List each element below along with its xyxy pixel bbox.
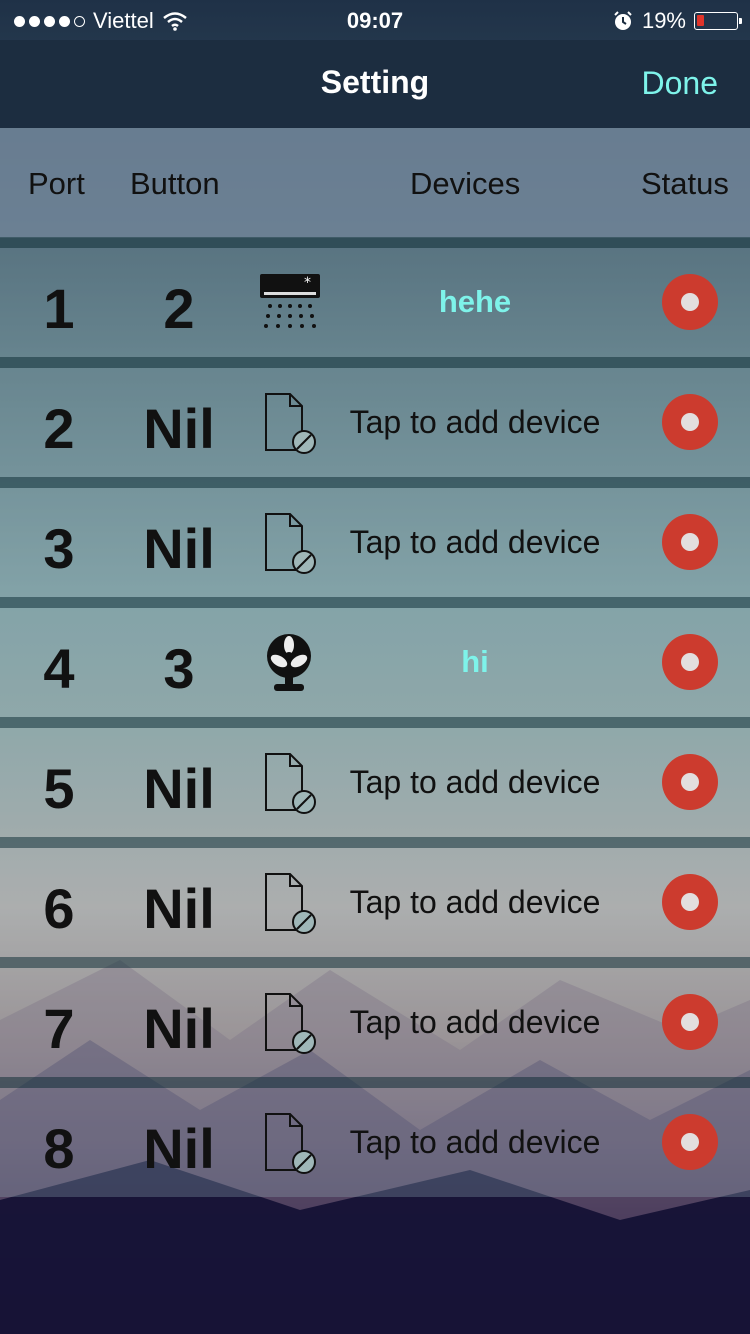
button-number: Nil <box>143 997 215 1060</box>
device-name[interactable]: hehe <box>330 284 620 320</box>
no-device-file-icon <box>258 390 324 456</box>
port-number: 4 <box>43 637 75 700</box>
port-row[interactable]: 2 Nil Tap to add device <box>0 368 750 477</box>
port-row[interactable]: 6 Nil Tap to add device <box>0 848 750 957</box>
port-row[interactable]: 7 Nil Tap to add device <box>0 968 750 1077</box>
add-device-link[interactable]: Tap to add device <box>330 1004 620 1041</box>
svg-text:*: * <box>304 275 311 291</box>
add-device-link[interactable]: Tap to add device <box>330 524 620 561</box>
port-number: 5 <box>43 757 75 820</box>
navigation-bar: Setting Done <box>0 40 750 128</box>
add-device-link[interactable]: Tap to add device <box>330 404 620 441</box>
port-number: 8 <box>43 1117 75 1180</box>
no-device-file-icon <box>258 1110 324 1176</box>
button-number: Nil <box>143 517 215 580</box>
status-toggle[interactable] <box>662 994 718 1050</box>
button-number: Nil <box>143 397 215 460</box>
no-device-file-icon <box>258 750 324 816</box>
row-separator <box>0 717 750 728</box>
status-toggle[interactable] <box>662 1114 718 1170</box>
port-row[interactable]: 8 Nil Tap to add device <box>0 1088 750 1197</box>
column-header-devices: Devices <box>410 166 521 201</box>
battery-percent: 19% <box>641 8 686 33</box>
port-number: 3 <box>43 517 75 580</box>
fan-icon <box>258 630 324 696</box>
port-row[interactable]: 5 Nil Tap to add device <box>0 728 750 837</box>
port-number: 2 <box>43 397 75 460</box>
status-toggle[interactable] <box>662 874 718 930</box>
button-number: Nil <box>143 757 215 820</box>
table-header: Port Button Devices Status <box>0 128 750 238</box>
port-number: 1 <box>43 277 75 340</box>
alarm-icon <box>614 11 632 30</box>
button-number: Nil <box>143 1117 215 1180</box>
status-toggle[interactable] <box>662 394 718 450</box>
port-number: 7 <box>43 997 75 1060</box>
button-number: Nil <box>143 877 215 940</box>
row-separator <box>0 477 750 488</box>
battery-area: 19% <box>612 8 742 34</box>
status-toggle[interactable] <box>662 754 718 810</box>
button-number: 3 <box>163 637 195 700</box>
no-device-file-icon <box>258 870 324 936</box>
port-row[interactable]: 4 3 hi <box>0 608 750 717</box>
row-separator <box>0 1077 750 1088</box>
column-header-status: Status <box>641 166 729 201</box>
button-number: 2 <box>163 277 195 340</box>
battery-icon <box>694 12 742 30</box>
add-device-link[interactable]: Tap to add device <box>330 764 620 801</box>
status-toggle[interactable] <box>662 634 718 690</box>
column-header-button: Button <box>130 166 220 201</box>
no-device-file-icon <box>258 990 324 1056</box>
status-toggle[interactable] <box>662 274 718 330</box>
status-toggle[interactable] <box>662 514 718 570</box>
done-button[interactable]: Done <box>642 65 719 102</box>
no-device-file-icon <box>258 510 324 576</box>
row-separator <box>0 837 750 848</box>
row-separator <box>0 237 750 248</box>
row-separator <box>0 357 750 368</box>
device-name[interactable]: hi <box>330 644 620 680</box>
row-separator <box>0 957 750 968</box>
add-device-link[interactable]: Tap to add device <box>330 1124 620 1161</box>
add-device-link[interactable]: Tap to add device <box>330 884 620 921</box>
column-header-port: Port <box>28 166 85 201</box>
port-row[interactable]: 1 2 * hehe <box>0 248 750 357</box>
status-bar: Viettel 09:07 19% <box>0 0 750 40</box>
row-separator <box>0 597 750 608</box>
air-conditioner-icon: * <box>258 270 324 336</box>
port-number: 6 <box>43 877 75 940</box>
page-title: Setting <box>320 64 430 100</box>
port-row[interactable]: 3 Nil Tap to add device <box>0 488 750 597</box>
